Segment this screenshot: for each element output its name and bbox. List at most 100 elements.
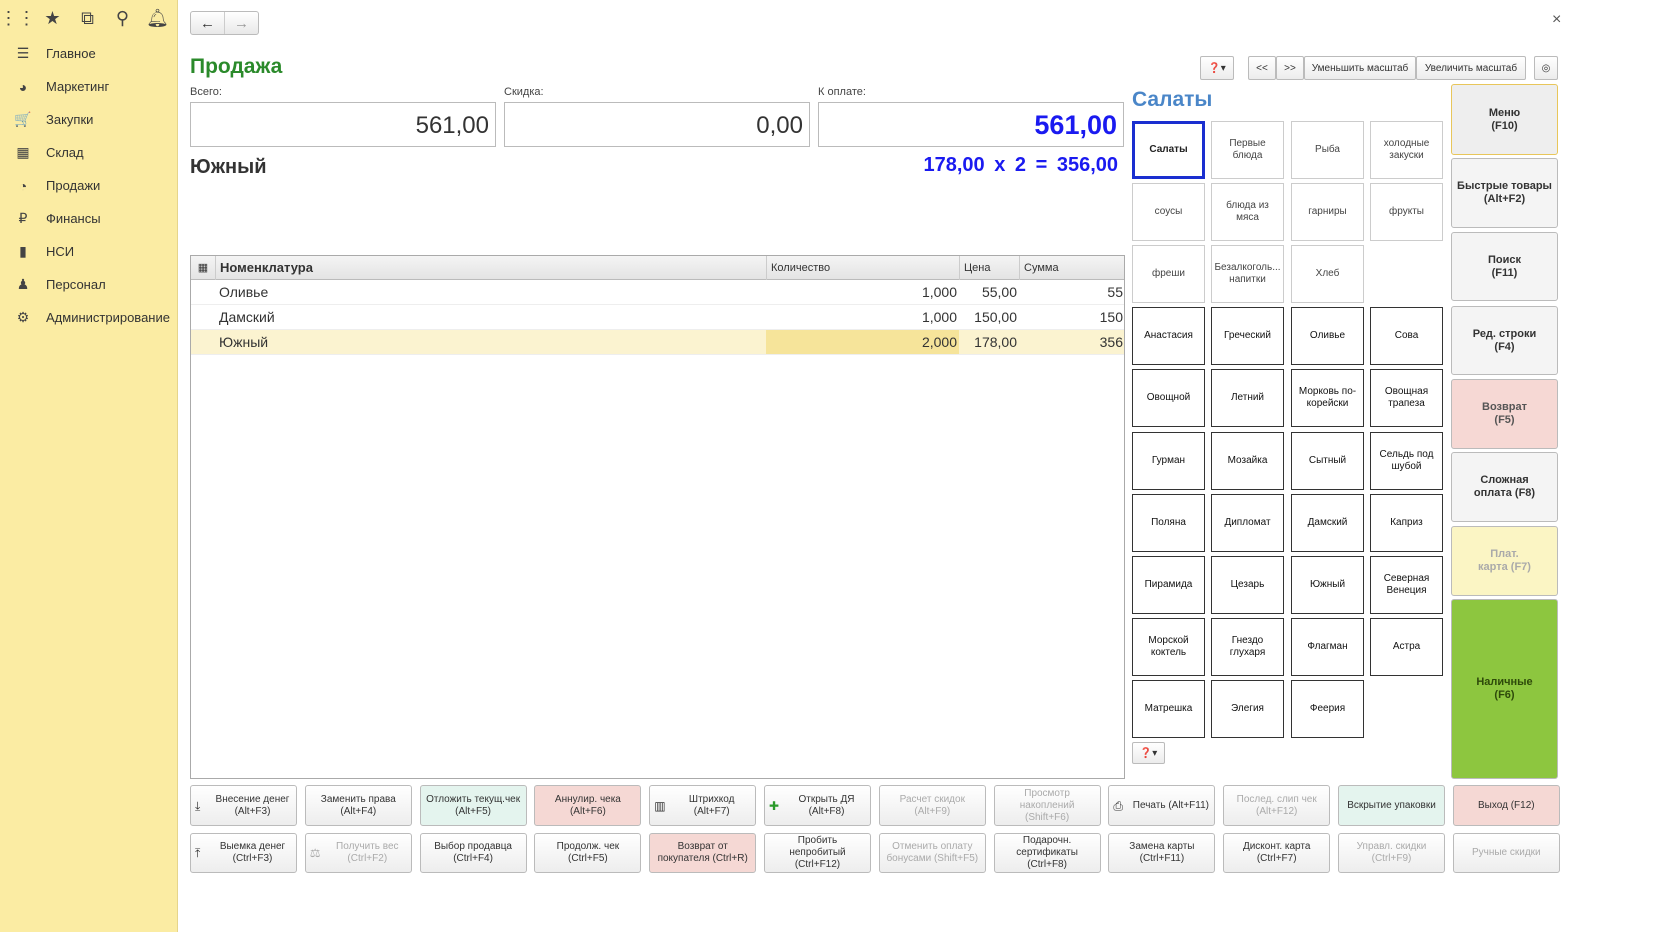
- product-tile[interactable]: Северная Венеция: [1370, 556, 1443, 614]
- menu-button[interactable]: Меню (F10): [1451, 84, 1558, 155]
- action-button[interactable]: Выбор продавца (Ctrl+F4): [419, 833, 527, 873]
- action-button[interactable]: Расчет скидок (Alt+F9): [878, 785, 986, 826]
- items-table[interactable]: ▦ Номенклатура Количество Цена Сумма Оли…: [190, 255, 1125, 779]
- product-tile[interactable]: Поляна: [1132, 494, 1205, 552]
- action-button[interactable]: Пробить непробитый (Ctrl+F12): [764, 833, 871, 873]
- product-tile[interactable]: Флагман: [1291, 618, 1364, 676]
- catalog-help-button[interactable]: ❓▾: [1132, 742, 1165, 764]
- back-arrow-icon[interactable]: ←: [191, 12, 224, 34]
- action-button[interactable]: Отложить текущ.чек (Alt+F5): [419, 785, 527, 826]
- sidebar-item[interactable]: ◔ Продажи: [0, 169, 178, 202]
- camera-icon[interactable]: ◎: [1534, 56, 1558, 80]
- edit-row-button[interactable]: Ред. строки (F4): [1451, 306, 1558, 375]
- action-button[interactable]: ⤓ Внесение денег (Alt+F3): [190, 785, 297, 826]
- action-button[interactable]: Вскрытие упаковки: [1338, 785, 1445, 826]
- product-tile[interactable]: Астра: [1370, 618, 1443, 676]
- product-tile[interactable]: Сельдь под шубой: [1370, 432, 1443, 490]
- sidebar-item[interactable]: 🛒 Закупки: [0, 103, 178, 136]
- product-tile[interactable]: Овощная трапеза: [1370, 369, 1443, 427]
- action-button[interactable]: Просмотр накоплений (Shift+F6): [993, 785, 1101, 826]
- product-tile[interactable]: Оливье: [1291, 307, 1364, 365]
- action-button[interactable]: ⚖ Получить вес (Ctrl+F2): [304, 833, 412, 873]
- product-tile[interactable]: Цезарь: [1211, 556, 1284, 614]
- sidebar-item[interactable]: ▮ НСИ: [0, 235, 178, 268]
- table-row[interactable]: Оливье 1,000 55,00 55: [191, 280, 1124, 305]
- product-tile[interactable]: Элегия: [1211, 680, 1284, 738]
- product-tile[interactable]: Летний: [1211, 369, 1284, 427]
- cash-button[interactable]: Наличные (F6): [1451, 599, 1558, 779]
- product-tile[interactable]: Сова: [1370, 307, 1443, 365]
- product-tile[interactable]: Гнездо глухаря: [1211, 618, 1284, 676]
- action-button[interactable]: Продолж. чек (Ctrl+F5): [534, 833, 642, 873]
- card-payment-button[interactable]: Плат. карта (F7): [1451, 526, 1558, 596]
- sidebar-item[interactable]: ▦ Склад: [0, 136, 178, 169]
- sidebar-item[interactable]: ◕ Маркетинг: [0, 70, 178, 103]
- zoom-out-button[interactable]: Уменьшить масштаб: [1304, 56, 1416, 80]
- action-button[interactable]: Возврат от покупателя (Ctrl+R): [649, 833, 757, 873]
- discount-field[interactable]: 0,00: [504, 102, 810, 147]
- action-button[interactable]: Подарочн. сертификаты (Ctrl+F8): [993, 833, 1101, 873]
- sidebar-item[interactable]: ♟ Персонал: [0, 268, 178, 301]
- product-tile[interactable]: Дамский: [1291, 494, 1364, 552]
- return-button[interactable]: Возврат (F5): [1451, 379, 1558, 449]
- action-button[interactable]: ▥ Штрихкод (Alt+F7): [649, 785, 757, 826]
- category-tile[interactable]: Рыба: [1291, 121, 1364, 179]
- pay-field[interactable]: 561,00: [818, 102, 1124, 147]
- product-tile[interactable]: Матрешка: [1132, 680, 1205, 738]
- bell-icon[interactable]: 🔔︎: [140, 0, 175, 36]
- category-tile[interactable]: Хлеб: [1291, 245, 1364, 303]
- search-icon[interactable]: ⚲: [105, 0, 140, 36]
- category-tile[interactable]: блюда из мяса: [1211, 183, 1284, 241]
- apps-icon[interactable]: ⋮⋮: [0, 0, 36, 36]
- col-price[interactable]: Цена: [959, 256, 1019, 280]
- column-settings-icon[interactable]: ▦: [191, 256, 215, 280]
- product-tile[interactable]: Морковь по-корейски: [1291, 369, 1364, 427]
- col-name[interactable]: Номенклатура: [215, 256, 766, 280]
- action-button[interactable]: Аннулир. чека (Alt+F6): [534, 785, 642, 826]
- product-tile[interactable]: Сытный: [1291, 432, 1364, 490]
- total-field[interactable]: 561,00: [190, 102, 496, 147]
- action-button[interactable]: Выход (F12): [1452, 785, 1560, 826]
- product-tile[interactable]: Южный: [1291, 556, 1364, 614]
- action-button[interactable]: ⤒ Выемка денег (Ctrl+F3): [190, 833, 297, 873]
- product-tile[interactable]: Морской коктель: [1132, 618, 1205, 676]
- category-tile[interactable]: фрукты: [1370, 183, 1443, 241]
- action-button[interactable]: Ручные скидки: [1452, 833, 1560, 873]
- close-icon[interactable]: ×: [1552, 11, 1561, 29]
- action-button[interactable]: Заменить права (Alt+F4): [304, 785, 412, 826]
- sidebar-item[interactable]: ⚙ Администрирование: [0, 301, 178, 334]
- action-button[interactable]: Дисконт. карта (Ctrl+F7): [1223, 833, 1331, 873]
- col-sum[interactable]: Сумма: [1019, 256, 1126, 280]
- category-tile[interactable]: Безалкоголь... напитки: [1211, 245, 1284, 303]
- product-tile[interactable]: Греческий: [1211, 307, 1284, 365]
- product-tile[interactable]: Пирамида: [1132, 556, 1205, 614]
- history-icon[interactable]: ⧉: [70, 0, 105, 36]
- category-tile[interactable]: Первые блюда: [1211, 121, 1284, 179]
- category-tile[interactable]: холодные закуски: [1370, 121, 1443, 179]
- sidebar-item[interactable]: ☰ Главное: [0, 37, 178, 70]
- category-tile[interactable]: гарниры: [1291, 183, 1364, 241]
- star-icon[interactable]: ★: [35, 0, 70, 36]
- product-tile[interactable]: Овощной: [1132, 369, 1205, 427]
- action-button[interactable]: Послед. слип чек (Alt+F12): [1223, 785, 1331, 826]
- quick-goods-button[interactable]: Быстрые товары (Alt+F2): [1451, 158, 1558, 228]
- action-button[interactable]: ✚ Открыть ДЯ (Alt+F8): [764, 785, 871, 826]
- product-tile[interactable]: Мозайка: [1211, 432, 1284, 490]
- product-tile[interactable]: Дипломат: [1211, 494, 1284, 552]
- product-tile[interactable]: Гурман: [1132, 432, 1205, 490]
- action-button[interactable]: Управл. скидки (Ctrl+F9): [1338, 833, 1445, 873]
- sidebar-item[interactable]: ₽ Финансы: [0, 202, 178, 235]
- complex-payment-button[interactable]: Сложная оплата (F8): [1451, 452, 1558, 522]
- category-tile[interactable]: Салаты: [1132, 121, 1205, 179]
- category-tile[interactable]: фреши: [1132, 245, 1205, 303]
- next-page-button[interactable]: >>: [1276, 56, 1304, 80]
- table-row[interactable]: Дамский 1,000 150,00 150: [191, 305, 1124, 330]
- help-dropdown-button[interactable]: ❓▾: [1200, 56, 1234, 80]
- action-button[interactable]: ⎙ Печать (Alt+F11): [1108, 785, 1216, 826]
- action-button[interactable]: Замена карты (Ctrl+F11): [1108, 833, 1216, 873]
- product-tile[interactable]: Каприз: [1370, 494, 1443, 552]
- table-row[interactable]: Южный 2,000 178,00 356: [191, 330, 1124, 355]
- action-button[interactable]: Отменить оплату бонусами (Shift+F5): [878, 833, 986, 873]
- product-tile[interactable]: Феерия: [1291, 680, 1364, 738]
- forward-arrow-icon[interactable]: →: [224, 12, 258, 34]
